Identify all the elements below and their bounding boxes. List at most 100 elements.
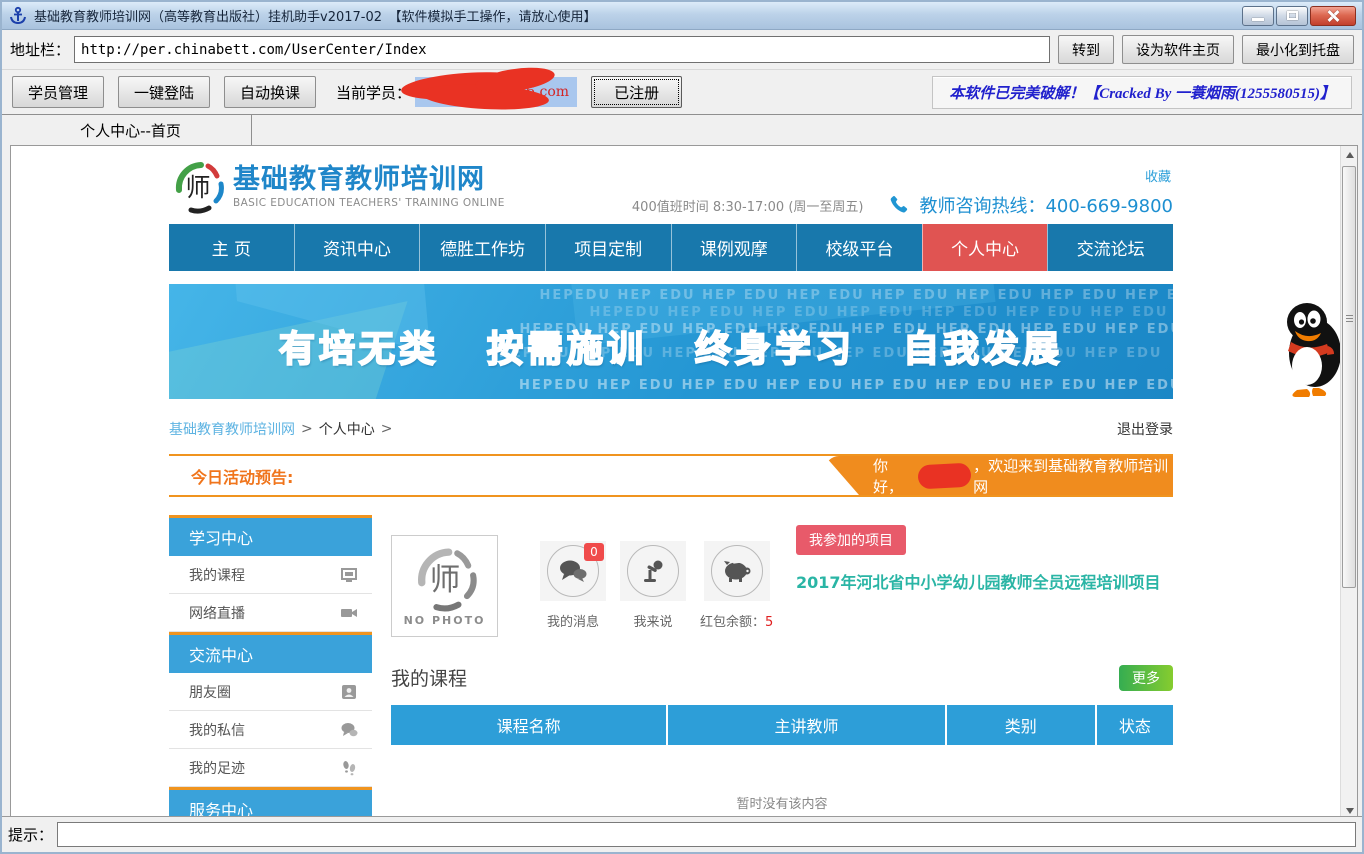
nav-item-personal-center[interactable]: 个人中心 <box>922 224 1048 271</box>
banner-watermark: HEPEDU HEP EDU HEP EDU HEP EDU HEP EDU H… <box>540 288 1174 303</box>
hotline-text: 教师咨询热线：400-669-9800 <box>919 192 1173 218</box>
site-subtitle: BASIC EDUCATION TEACHERS' TRAINING ONLIN… <box>233 197 505 209</box>
column-category: 类别 <box>945 705 1095 745</box>
banner-slogans: 有培无类 按需施训 终身学习 自我发展 <box>169 320 1173 372</box>
my-messages-label: 我的消息 <box>547 611 599 630</box>
nav-item-lesson-观摩[interactable]: 课例观摩 <box>671 224 797 271</box>
site-logo[interactable]: 师 基础教育教师培训网 BASIC EDUCATION TEACHERS' TR… <box>171 160 505 214</box>
footprints-icon <box>340 759 358 777</box>
set-homepage-button[interactable]: 设为软件主页 <box>1122 35 1234 64</box>
current-student-label: 当前学员： <box>336 82 411 103</box>
svg-text:师: 师 <box>185 173 210 202</box>
svg-text:师: 师 <box>429 563 460 598</box>
tab-personal-center-home[interactable]: 个人中心--首页 <box>10 115 252 145</box>
current-student-value: 26.com <box>415 77 577 107</box>
my-projects: 我参加的项目 2017年河北省中小学幼儿园教师全员远程培训项目 <box>796 525 1173 594</box>
sidebar-item-my-courses[interactable]: 我的课程 <box>169 556 372 594</box>
sidebar-item-my-footprints[interactable]: 我的足迹 <box>169 749 372 787</box>
status-input[interactable] <box>57 822 1356 847</box>
my-courses-section: 我的课程 更多 课程名称 主讲教师 类别 状态 暂时没有该内容 <box>391 664 1173 812</box>
nav-item-news[interactable]: 资讯中心 <box>294 224 420 271</box>
maximize-icon <box>1287 11 1298 20</box>
nav-item-custom-project[interactable]: 项目定制 <box>545 224 671 271</box>
favorite-link[interactable]: 收藏 <box>1145 166 1171 185</box>
red-packet-label: 红包余额：5 <box>700 611 773 630</box>
nav-item-forum[interactable]: 交流论坛 <box>1047 224 1173 271</box>
browser-view: 师 基础教育教师培训网 BASIC EDUCATION TEACHERS' TR… <box>10 145 1358 820</box>
my-courses-title: 我的课程 <box>391 664 467 691</box>
sidebar-item-private-messages[interactable]: 我的私信 <box>169 711 372 749</box>
registered-button[interactable]: 已注册 <box>591 76 682 108</box>
status-label: 提示： <box>8 824 53 845</box>
minimize-icon <box>1252 18 1264 21</box>
breadcrumb-home-link[interactable]: 基础教育教师培训网 <box>169 419 295 439</box>
app-window: 基础教育教师培训网（高等教育出版社）挂机助手v2017-02 【软件模拟手工操作… <box>0 0 1364 854</box>
main-nav: 主 页 资讯中心 德胜工作坊 项目定制 课例观摩 校级平台 个人中心 交流论坛 <box>169 224 1173 271</box>
avatar[interactable]: 师 NO PHOTO <box>391 535 498 637</box>
column-teacher: 主讲教师 <box>666 705 944 745</box>
my-projects-badge: 我参加的项目 <box>796 525 906 555</box>
piggy-bank-icon <box>721 558 753 584</box>
vertical-scrollbar[interactable] <box>1340 146 1357 819</box>
nav-item-home[interactable]: 主 页 <box>169 224 294 271</box>
scroll-up-arrow[interactable] <box>1341 146 1358 163</box>
piggy-circle <box>711 545 763 597</box>
video-camera-icon <box>340 604 358 622</box>
nav-item-school-platform[interactable]: 校级平台 <box>796 224 922 271</box>
minimize-to-tray-button[interactable]: 最小化到托盘 <box>1242 35 1354 64</box>
scrollbar-thumb[interactable] <box>1342 166 1356 588</box>
anchor-icon <box>8 6 28 26</box>
welcome-ribbon: 你好， ，欢迎来到基础教育教师培训网 <box>825 456 1173 495</box>
banner-slogan: 有培无类 <box>279 320 439 372</box>
breadcrumb-separator: > <box>301 421 313 437</box>
breadcrumb-separator: > <box>381 421 393 437</box>
greeting-suffix: ，欢迎来到基础教育教师培训网 <box>973 455 1173 497</box>
student-manage-button[interactable]: 学员管理 <box>12 76 104 108</box>
maximize-button[interactable] <box>1276 6 1308 26</box>
window-controls <box>1240 6 1356 26</box>
go-button[interactable]: 转到 <box>1058 35 1114 64</box>
breadcrumb-current: 个人中心 <box>319 419 375 439</box>
window-title: 基础教育教师培训网（高等教育出版社）挂机助手v2017-02 【软件模拟手工操作… <box>34 6 597 25</box>
auto-switch-course-button[interactable]: 自动换课 <box>224 76 316 108</box>
one-key-login-button[interactable]: 一键登陆 <box>118 76 210 108</box>
sidebar-section-learning: 学习中心 <box>169 515 372 556</box>
close-button[interactable] <box>1310 6 1356 26</box>
my-voice[interactable]: 我来说 <box>620 541 686 650</box>
address-label: 地址栏： <box>10 39 70 60</box>
banner-slogan: 终身学习 <box>695 320 855 372</box>
empty-state-text: 暂时没有该内容 <box>391 793 1173 812</box>
qq-penguin-mascot[interactable] <box>1283 298 1341 398</box>
banner-watermark: HEPEDU HEP EDU HEP EDU HEP EDU HEP EDU H… <box>590 305 1174 320</box>
more-button[interactable]: 更多 <box>1119 665 1173 691</box>
activity-notice-bar: 今日活动预告: 你好， ，欢迎来到基础教育教师培训网 <box>169 454 1173 497</box>
sidebar-item-friend-circle[interactable]: 朋友圈 <box>169 673 372 711</box>
scrollbar-grip <box>1346 315 1353 324</box>
message-bubbles-icon <box>558 558 588 584</box>
service-hours: 400值班时间 8:30-17:00 (周一至周五) <box>632 196 864 215</box>
sidebar-item-label: 我的足迹 <box>189 758 245 778</box>
quick-actions: 0 我的消息 <box>540 535 787 650</box>
content-area: 学习中心 我的课程 网络直播 <box>169 515 1173 820</box>
header-contact: 400值班时间 8:30-17:00 (周一至周五) 教师咨询热线：400-66… <box>632 192 1173 218</box>
nav-item-workshop[interactable]: 德胜工作坊 <box>419 224 545 271</box>
address-input[interactable] <box>74 36 1050 63</box>
monitor-icon <box>340 566 358 584</box>
breadcrumb: 基础教育教师培训网 > 个人中心 > 退出登录 <box>169 419 1173 439</box>
project-link[interactable]: 2017年河北省中小学幼儿园教师全员远程培训项目 <box>796 573 1173 594</box>
sidebar-item-live-broadcast[interactable]: 网络直播 <box>169 594 372 632</box>
close-icon <box>1326 10 1340 22</box>
banner-watermark: HEPEDU HEP EDU HEP EDU HEP EDU HEP EDU H… <box>519 378 1173 393</box>
status-bar: 提示： <box>2 816 1362 852</box>
site-logo-icon: 师 <box>171 160 225 214</box>
sidebar-item-label: 我的课程 <box>189 565 245 585</box>
web-page: 师 基础教育教师培训网 BASIC EDUCATION TEACHERS' TR… <box>169 152 1173 820</box>
logout-link[interactable]: 退出登录 <box>1117 419 1173 439</box>
cracked-notice: 本软件已完美破解！【Cracked By 一蓑烟雨(1255580515)】 <box>932 76 1352 109</box>
my-messages[interactable]: 0 我的消息 <box>540 541 606 650</box>
redaction-scribble <box>917 462 971 489</box>
phone-icon <box>889 194 911 216</box>
activity-notice-label: 今日活动预告: <box>191 464 293 488</box>
red-packet-balance[interactable]: 红包余额：5 <box>700 541 773 650</box>
minimize-button[interactable] <box>1242 6 1274 26</box>
